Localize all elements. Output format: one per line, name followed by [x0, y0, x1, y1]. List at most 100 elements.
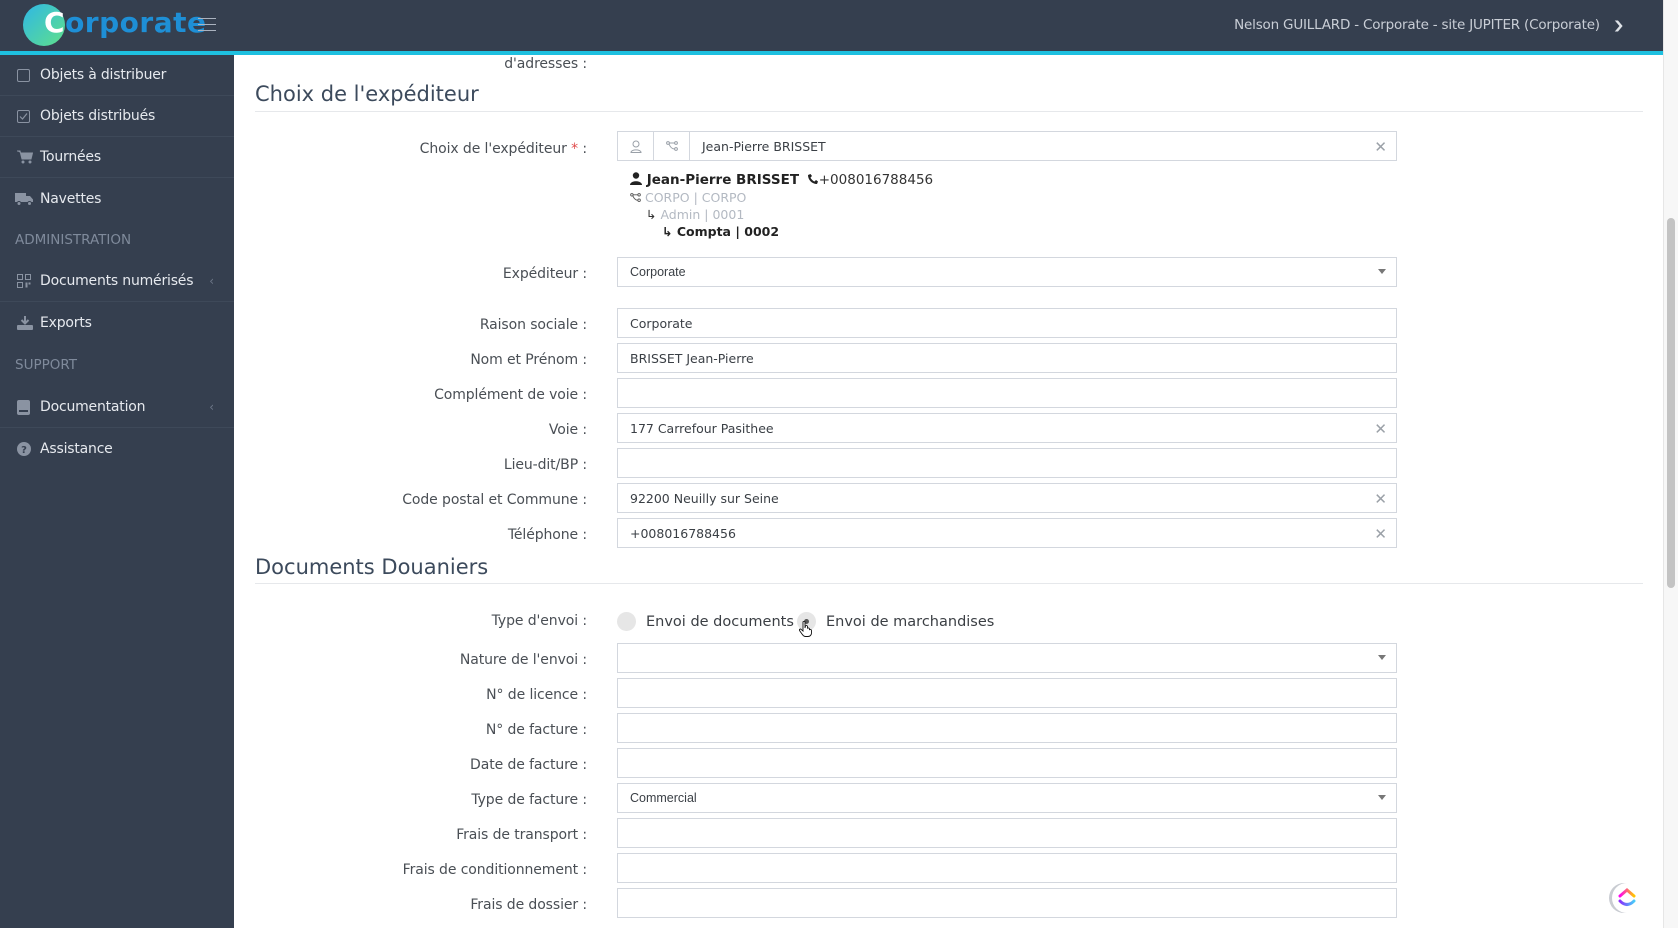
- scrollbar-thumb[interactable]: [1667, 218, 1675, 588]
- download-icon: [0, 315, 40, 330]
- type-envoi-label: Type d'envoi :: [491, 613, 587, 629]
- nom-prenom-label: Nom et Prénom :: [470, 352, 587, 368]
- expediteur-value: Corporate: [630, 265, 686, 279]
- sidebar-section-support: SUPPORT: [15, 357, 78, 373]
- telephone-input[interactable]: +008016788456 ✕: [617, 518, 1397, 548]
- sidebar-item-label: Documentation: [40, 399, 146, 415]
- org-level-1: CORPO | CORPO: [630, 189, 933, 206]
- radio-envoi-documents[interactable]: Envoi de documents: [617, 612, 794, 631]
- sender-card-phone: +008016788456: [818, 172, 934, 188]
- square-icon: [0, 68, 40, 82]
- licence-label: N° de licence :: [486, 687, 587, 703]
- raison-sociale-label: Raison sociale :: [479, 317, 587, 333]
- chevron-left-icon: ‹: [209, 274, 214, 288]
- telephone-label: Téléphone :: [507, 527, 587, 543]
- lieu-dit-input[interactable]: [617, 448, 1397, 478]
- nom-prenom-input[interactable]: BRISSET Jean-Pierre: [617, 343, 1397, 373]
- address-book-label: d'adresses :: [504, 56, 587, 72]
- sidebar-item-documentation[interactable]: Documentation ‹: [0, 387, 234, 428]
- sidebar-item-label: Tournées: [40, 149, 101, 165]
- cart-icon: [0, 150, 40, 164]
- type-facture-label: Type de facture :: [471, 792, 587, 808]
- user-menu[interactable]: Nelson GUILLARD - Corporate - site JUPIT…: [1234, 17, 1625, 33]
- sender-choice-label-text: Choix de l'expéditeur: [419, 141, 567, 157]
- user-solid-icon: [630, 172, 642, 185]
- sidebar: Objets à distribuer Objets distribués To…: [0, 55, 234, 928]
- check-square-icon: [0, 109, 40, 123]
- chevron-left-icon: ‹: [209, 400, 214, 414]
- brand-first-letter: C: [44, 6, 66, 39]
- type-facture-select[interactable]: Commercial: [617, 783, 1397, 813]
- brand-name: orporate: [65, 6, 207, 39]
- complement-voie-label: Complément de voie :: [434, 387, 587, 403]
- sender-choice-value: Jean-Pierre BRISSET: [702, 138, 826, 154]
- radio-button[interactable]: [617, 612, 636, 631]
- sidebar-item-exports[interactable]: Exports: [0, 302, 234, 343]
- sitemap-icon[interactable]: [654, 132, 690, 160]
- sidebar-item-label: Navettes: [40, 190, 102, 207]
- clear-icon[interactable]: ✕: [1374, 420, 1387, 438]
- book-icon: [0, 399, 40, 415]
- clear-icon[interactable]: ✕: [1374, 490, 1387, 508]
- menu-toggle-icon[interactable]: [198, 18, 216, 32]
- cp-commune-input[interactable]: 92200 Neuilly sur Seine ✕: [617, 483, 1397, 513]
- date-facture-input[interactable]: [617, 748, 1397, 778]
- radio-envoi-marchandises[interactable]: Envoi de marchandises: [797, 612, 994, 631]
- complement-voie-input[interactable]: [617, 378, 1397, 408]
- sidebar-item-assistance[interactable]: ? Assistance: [0, 428, 234, 469]
- sender-card-name-row: Jean-Pierre BRISSET +008016788456: [630, 172, 933, 189]
- clear-icon[interactable]: ✕: [1374, 525, 1387, 543]
- sitemap-icon: [630, 193, 641, 202]
- sender-card: Jean-Pierre BRISSET +008016788456 CORPO …: [630, 172, 933, 240]
- facture-no-label: N° de facture :: [485, 722, 587, 738]
- frais-dossier-input[interactable]: [617, 888, 1397, 918]
- nature-envoi-select[interactable]: [617, 643, 1397, 673]
- customs-section-title: Documents Douaniers: [255, 555, 489, 579]
- chevron-down-icon: ❯: [1612, 19, 1625, 32]
- clear-icon[interactable]: ✕: [1374, 138, 1387, 156]
- qrcode-icon: [0, 274, 40, 288]
- frais-conditionnement-label: Frais de conditionnement :: [402, 862, 587, 878]
- telephone-value: +008016788456: [630, 525, 736, 541]
- user-menu-label: Nelson GUILLARD - Corporate - site JUPIT…: [1234, 17, 1600, 33]
- truck-icon: [0, 192, 40, 206]
- sender-choice-label: Choix de l'expéditeur * :: [420, 141, 587, 157]
- sidebar-item-documents-numerises[interactable]: Documents numérisés ‹: [0, 261, 234, 302]
- frais-transport-input[interactable]: [617, 818, 1397, 848]
- expediteur-select[interactable]: Corporate: [617, 257, 1397, 287]
- frais-conditionnement-input[interactable]: [617, 853, 1397, 883]
- user-icon[interactable]: [618, 132, 654, 160]
- org-level-2: ↳ Admin | 0001: [630, 206, 933, 223]
- type-facture-value: Commercial: [630, 791, 697, 805]
- org-level-2-text: Admin | 0001: [660, 207, 745, 222]
- raison-sociale-value: Corporate: [630, 315, 693, 331]
- sender-card-name: Jean-Pierre BRISSET: [646, 172, 800, 188]
- svg-text:?: ?: [21, 445, 27, 456]
- clickup-widget-button[interactable]: [1612, 883, 1642, 913]
- sidebar-item-objets-a-distribuer[interactable]: Objets à distribuer: [0, 55, 234, 96]
- phone-icon: [807, 174, 818, 184]
- sender-choice-input[interactable]: Jean-Pierre BRISSET ✕: [617, 131, 1397, 161]
- radio-label: Envoi de documents: [646, 613, 794, 630]
- voie-label: Voie :: [548, 422, 587, 438]
- cp-commune-label: Code postal et Commune :: [402, 492, 587, 508]
- section-divider: [255, 111, 1643, 112]
- brand-logo[interactable]: Corporate: [44, 6, 206, 39]
- label-colon: :: [578, 141, 587, 157]
- sidebar-item-navettes[interactable]: Navettes: [0, 178, 234, 219]
- raison-sociale-input[interactable]: Corporate: [617, 308, 1397, 338]
- sidebar-item-objets-distribues[interactable]: Objets distribués: [0, 96, 234, 137]
- licence-input[interactable]: [617, 678, 1397, 708]
- sidebar-item-label: Objets à distribuer: [40, 67, 167, 83]
- sidebar-item-label: Assistance: [40, 440, 113, 457]
- dropdown-arrow-icon: [1378, 655, 1386, 660]
- voie-value: 177 Carrefour Pasithee: [630, 420, 774, 436]
- sidebar-item-tournees[interactable]: Tournées: [0, 137, 234, 178]
- lieu-dit-label: Lieu-dit/BP :: [503, 457, 587, 473]
- dropdown-arrow-icon: [1378, 795, 1386, 800]
- radio-label: Envoi de marchandises: [826, 613, 995, 630]
- voie-input[interactable]: 177 Carrefour Pasithee ✕: [617, 413, 1397, 443]
- question-circle-icon: ?: [0, 441, 40, 456]
- frais-dossier-label: Frais de dossier :: [470, 897, 587, 913]
- facture-no-input[interactable]: [617, 713, 1397, 743]
